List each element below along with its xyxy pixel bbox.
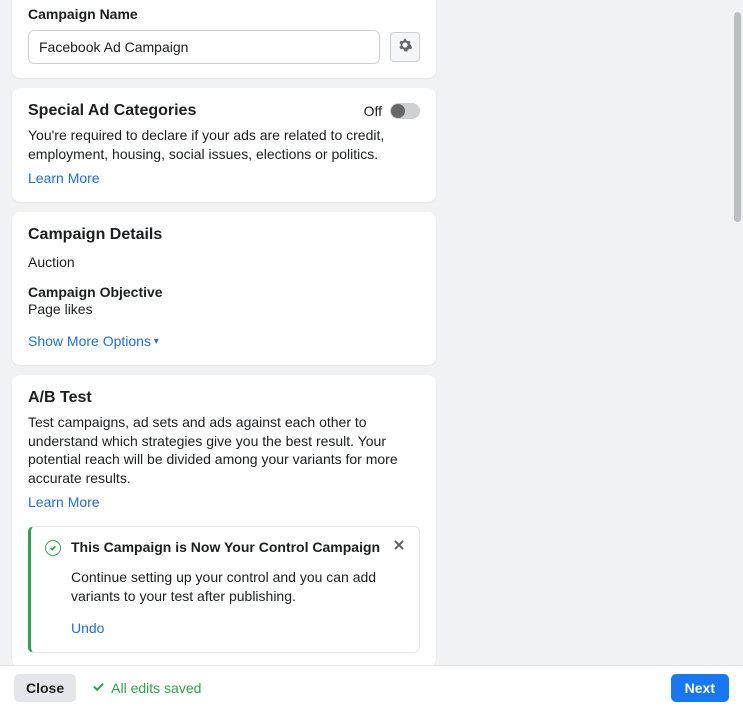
gear-icon (398, 38, 412, 57)
show-more-options-link[interactable]: Show More Options (28, 333, 159, 349)
notice-body: Continue setting up your control and you… (71, 568, 405, 606)
special-ad-description: You're required to declare if your ads a… (28, 126, 420, 164)
notice-title: This Campaign is Now Your Control Campai… (71, 539, 380, 555)
notice-close-button[interactable] (389, 537, 409, 557)
campaign-name-label: Campaign Name (28, 6, 420, 22)
campaign-settings-panel: Campaign Name Special Ad Categories Off … (0, 0, 732, 665)
ab-test-description: Test campaigns, ad sets and ads against … (28, 413, 420, 489)
special-ad-categories-title: Special Ad Categories (28, 102, 196, 120)
campaign-details-title: Campaign Details (28, 226, 420, 244)
special-ad-learn-more-link[interactable]: Learn More (28, 170, 100, 186)
footer-bar: Close All edits saved Next (0, 665, 743, 709)
campaign-name-settings-button[interactable] (390, 32, 420, 62)
close-button[interactable]: Close (14, 674, 76, 702)
campaign-objective-value: Page likes (28, 300, 420, 319)
notice-undo-link[interactable]: Undo (71, 620, 104, 636)
campaign-details-card: Campaign Details Auction Campaign Object… (12, 212, 436, 365)
close-icon (393, 538, 405, 556)
special-ad-categories-card: Special Ad Categories Off You're require… (12, 88, 436, 202)
campaign-name-input[interactable] (28, 30, 380, 64)
special-ad-toggle[interactable] (390, 103, 420, 119)
campaign-objective-label: Campaign Objective (28, 284, 420, 300)
ab-test-learn-more-link[interactable]: Learn More (28, 494, 100, 510)
control-campaign-notice: This Campaign is Now Your Control Campai… (28, 526, 420, 653)
vertical-scrollbar[interactable] (734, 12, 741, 222)
ab-test-card: A/B Test Test campaigns, ad sets and ads… (12, 375, 436, 665)
save-status: All edits saved (92, 680, 201, 696)
buying-type-value: Auction (28, 254, 420, 270)
special-ad-toggle-label: Off (364, 103, 382, 119)
check-icon (92, 680, 105, 696)
campaign-name-card: Campaign Name (12, 0, 436, 78)
next-button[interactable]: Next (671, 674, 729, 702)
save-status-text: All edits saved (111, 680, 201, 696)
check-circle-icon (45, 540, 61, 556)
ab-test-title: A/B Test (28, 389, 420, 407)
